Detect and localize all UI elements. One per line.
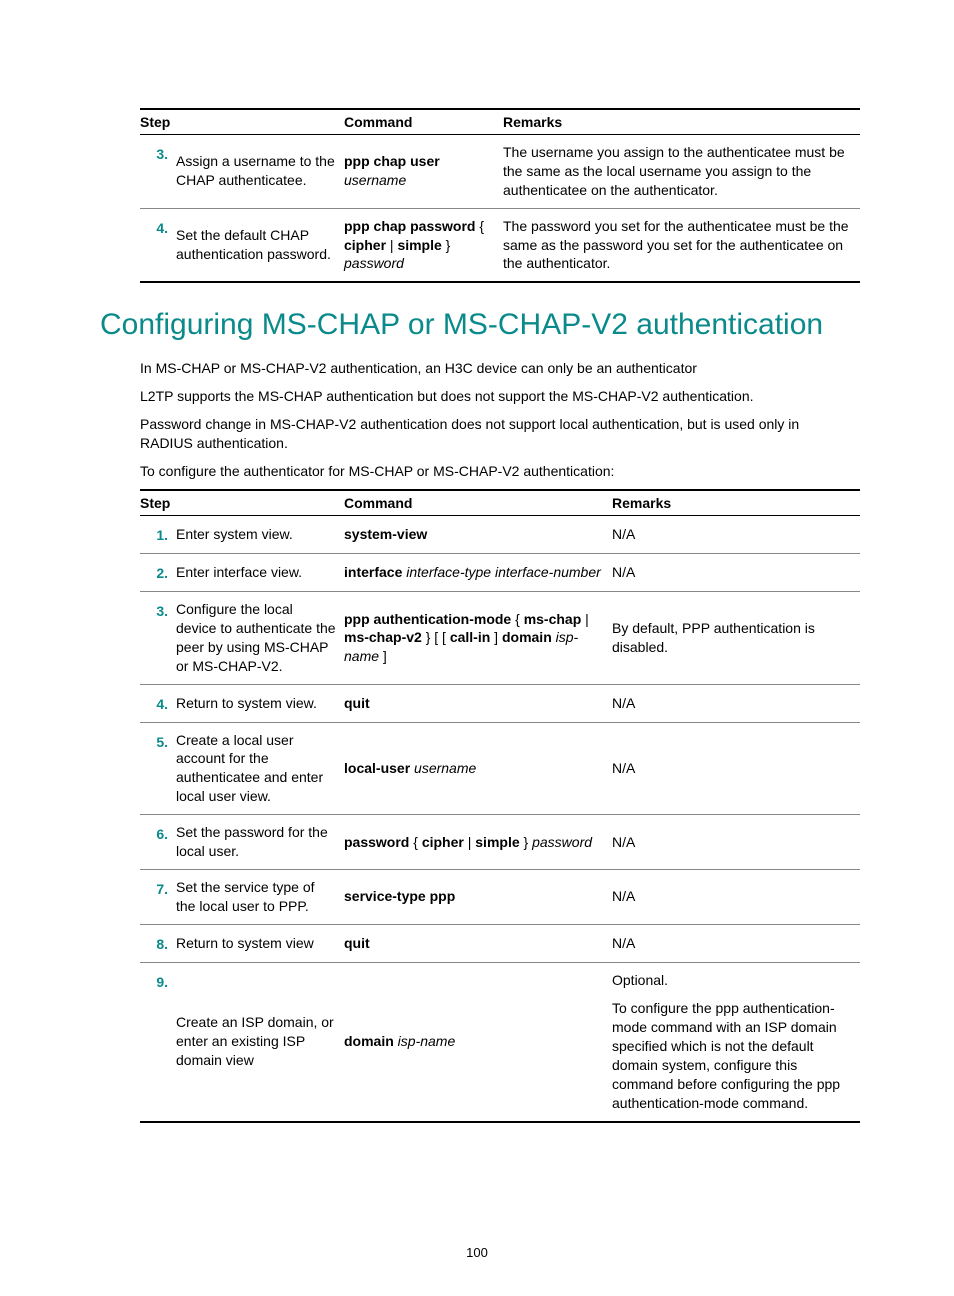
step-num: 1. (140, 516, 176, 554)
t1-h-rem: Remarks (503, 109, 860, 135)
step-num: 2. (140, 554, 176, 592)
table-row: 4. Set the default CHAP authentication p… (140, 208, 860, 282)
body-text: In MS-CHAP or MS-CHAP-V2 authentication,… (140, 359, 854, 379)
step-cmd: ppp authentication-mode { ms-chap | ms-c… (344, 592, 612, 685)
step-rem: N/A (612, 684, 860, 722)
page-number: 100 (0, 1245, 954, 1260)
step-rem: N/A (612, 869, 860, 924)
step-desc: Set the service type of the local user t… (176, 869, 344, 924)
t1-h-step: Step (140, 109, 344, 135)
step-rem: N/A (612, 815, 860, 870)
table-row: 1. Enter system view. system-view N/A (140, 516, 860, 554)
step-desc: Assign a username to the CHAP authentica… (176, 135, 344, 209)
step-desc: Enter interface view. (176, 554, 344, 592)
step-num: 8. (140, 924, 176, 962)
t2-h-cmd: Command (344, 490, 612, 516)
t2-h-rem: Remarks (612, 490, 860, 516)
step-desc: Create an ISP domain, or enter an existi… (176, 962, 344, 1122)
table-row: 3. Configure the local device to authent… (140, 592, 860, 685)
step-num: 6. (140, 815, 176, 870)
step-num: 4. (140, 684, 176, 722)
table-row: 4. Return to system view. quit N/A (140, 684, 860, 722)
step-num: 3. (140, 135, 176, 209)
section-heading: Configuring MS-CHAP or MS-CHAP-V2 authen… (100, 307, 854, 343)
step-desc: Enter system view. (176, 516, 344, 554)
table-row: 3. Assign a username to the CHAP authent… (140, 135, 860, 209)
t2-h-step: Step (140, 490, 344, 516)
step-cmd: quit (344, 684, 612, 722)
step-cmd: ppp chap user username (344, 135, 503, 209)
step-cmd: interface interface-type interface-numbe… (344, 554, 612, 592)
step-rem: By default, PPP authentication is disabl… (612, 592, 860, 685)
chap-table: Step Command Remarks 3. Assign a usernam… (140, 108, 860, 283)
mschap-table: Step Command Remarks 1. Enter system vie… (140, 489, 860, 1122)
table-row: 8. Return to system view quit N/A (140, 924, 860, 962)
page: Step Command Remarks 3. Assign a usernam… (0, 0, 954, 1296)
step-desc: Set the password for the local user. (176, 815, 344, 870)
step-num: 9. (140, 962, 176, 1122)
table-row: 5. Create a local user account for the a… (140, 722, 860, 815)
step-desc: Set the default CHAP authentication pass… (176, 208, 344, 282)
step-num: 5. (140, 722, 176, 815)
t1-h-cmd: Command (344, 109, 503, 135)
body-text: Password change in MS-CHAP-V2 authentica… (140, 415, 854, 454)
step-desc: Create a local user account for the auth… (176, 722, 344, 815)
step-cmd: ppp chap password { cipher | simple } pa… (344, 208, 503, 282)
step-rem: N/A (612, 554, 860, 592)
step-num: 3. (140, 592, 176, 685)
step-cmd: quit (344, 924, 612, 962)
step-cmd: service-type ppp (344, 869, 612, 924)
step-rem: The username you assign to the authentic… (503, 135, 860, 209)
step-num: 7. (140, 869, 176, 924)
step-rem: N/A (612, 516, 860, 554)
step-desc: Configure the local device to authentica… (176, 592, 344, 685)
step-rem: Optional. To configure the ppp authentic… (612, 962, 860, 1122)
body-text: To configure the authenticator for MS-CH… (140, 462, 854, 482)
step-rem: N/A (612, 924, 860, 962)
step-cmd: system-view (344, 516, 612, 554)
step-cmd: domain isp-name (344, 962, 612, 1122)
table-row: 6. Set the password for the local user. … (140, 815, 860, 870)
table-row: 7. Set the service type of the local use… (140, 869, 860, 924)
body-text: L2TP supports the MS-CHAP authentication… (140, 387, 854, 407)
step-cmd: local-user username (344, 722, 612, 815)
step-num: 4. (140, 208, 176, 282)
step-desc: Return to system view. (176, 684, 344, 722)
table-row: 9. Create an ISP domain, or enter an exi… (140, 962, 860, 1122)
step-rem: N/A (612, 722, 860, 815)
table-row: 2. Enter interface view. interface inter… (140, 554, 860, 592)
step-cmd: password { cipher | simple } password (344, 815, 612, 870)
step-desc: Return to system view (176, 924, 344, 962)
step-rem: The password you set for the authenticat… (503, 208, 860, 282)
